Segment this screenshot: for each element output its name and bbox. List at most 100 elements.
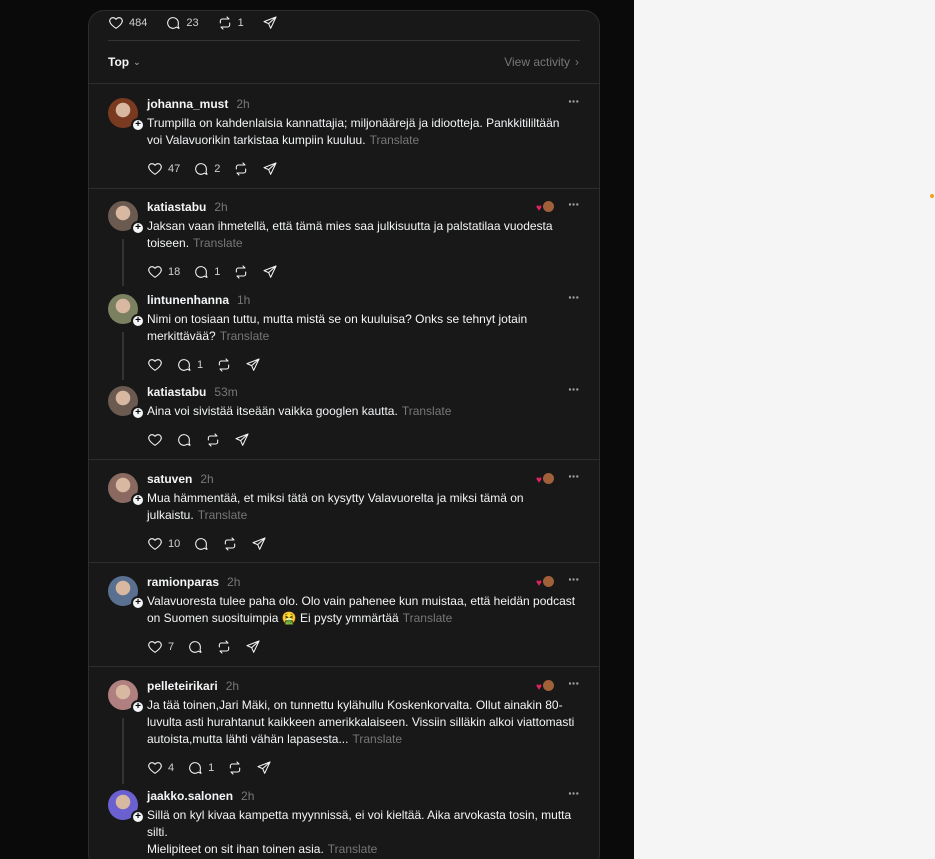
repost-button[interactable] [233,161,249,177]
repost-icon [218,358,230,372]
username[interactable]: jaakko.salonen [147,789,233,803]
avatar[interactable]: + [108,790,145,824]
timestamp[interactable]: 1h [237,293,250,307]
post-text: Ja tää toinen,Jari Mäki, on tunnettu kyl… [147,697,577,748]
repost-button[interactable]: 1 [217,15,244,31]
comment-button[interactable]: 1 [176,357,203,373]
share-button[interactable] [234,432,250,448]
more-options-icon[interactable]: ··· [568,572,580,586]
share-icon [235,433,249,446]
timestamp[interactable]: 2h [214,200,227,214]
follow-plus-icon[interactable]: + [131,406,145,420]
comment-button[interactable] [193,536,209,552]
comment-button[interactable]: 1 [187,760,214,776]
comment-button[interactable]: 23 [165,15,199,31]
repost-button[interactable] [205,432,221,448]
share-button[interactable] [245,639,261,655]
heart-icon [148,641,162,653]
repost-button[interactable] [233,264,249,280]
view-activity-link[interactable]: View activity › [504,55,579,69]
like-button[interactable]: 4 [147,760,174,776]
follow-plus-icon[interactable]: + [131,314,145,328]
share-button[interactable] [256,760,272,776]
username[interactable]: satuven [147,472,192,486]
comment-button[interactable]: 1 [193,264,220,280]
repost-icon [236,265,247,279]
like-button[interactable]: 10 [147,536,180,552]
avatar[interactable]: + [108,201,145,235]
timestamp[interactable]: 2h [200,472,213,486]
username[interactable]: lintunenhanna [147,293,229,307]
username[interactable]: johanna_must [147,97,228,111]
translate-link[interactable]: Translate [220,329,270,343]
repost-button[interactable] [216,639,232,655]
repost-button[interactable] [222,536,238,552]
heart-icon [148,434,162,446]
post-body: Valavuoresta tulee paha olo. Olo vain pa… [147,594,576,625]
more-options-icon[interactable]: ··· [568,469,580,483]
thread-line [122,718,124,784]
share-button[interactable] [262,161,278,177]
sort-dropdown[interactable]: Top ⌄ [108,55,141,69]
avatar[interactable]: + [108,576,145,610]
comment-button[interactable]: 2 [193,161,220,177]
like-button[interactable]: 484 [108,15,147,31]
translate-link[interactable]: Translate [328,842,378,856]
follow-plus-icon[interactable]: + [131,221,145,235]
timestamp[interactable]: 2h [241,789,254,803]
chevron-right-icon: › [575,55,579,69]
timestamp[interactable]: 2h [226,679,239,693]
more-options-icon[interactable]: ··· [568,94,580,108]
username[interactable]: ramionparas [147,575,219,589]
follow-plus-icon[interactable]: + [131,596,145,610]
more-options-icon[interactable]: ··· [568,676,580,690]
right-blank-pane [634,0,935,859]
sort-bar: Top ⌄ View activity › [89,41,599,84]
translate-link[interactable]: Translate [370,133,420,147]
repost-button[interactable] [227,760,243,776]
translate-link[interactable]: Translate [403,611,453,625]
comment-icon [195,266,208,278]
share-button[interactable] [262,264,278,280]
username[interactable]: pelleteirikari [147,679,218,693]
post-header: johanna_must 2h ··· [147,94,580,112]
more-options-icon[interactable]: ··· [568,290,580,304]
comment-button[interactable] [176,432,192,448]
like-button[interactable] [147,432,163,448]
timestamp[interactable]: 2h [227,575,240,589]
follow-plus-icon[interactable]: + [131,118,145,132]
share-icon [246,640,260,653]
follow-plus-icon[interactable]: + [131,810,145,824]
username[interactable]: katiastabu [147,385,206,399]
follow-plus-icon[interactable]: + [131,700,145,714]
more-options-icon[interactable]: ··· [568,786,580,800]
like-button[interactable]: 18 [147,264,180,280]
follow-plus-icon[interactable]: + [131,493,145,507]
avatar[interactable]: + [108,473,145,507]
like-button[interactable]: 47 [147,161,180,177]
comment-button[interactable] [187,639,203,655]
translate-link[interactable]: Translate [198,508,248,522]
avatar[interactable]: + [108,98,145,132]
more-options-icon[interactable]: ··· [568,382,580,396]
timestamp[interactable]: 2h [236,97,249,111]
avatar[interactable]: + [108,386,145,420]
share-button[interactable] [245,357,261,373]
like-button[interactable] [147,357,163,373]
username[interactable]: katiastabu [147,200,206,214]
more-options-icon[interactable]: ··· [568,197,580,211]
share-button[interactable] [262,15,278,31]
translate-link[interactable]: Translate [193,236,243,250]
like-button[interactable]: 7 [147,639,174,655]
heart-icon [148,538,162,550]
avatar[interactable]: + [108,294,145,328]
heart-icon [148,762,162,774]
share-icon [252,537,266,550]
translate-link[interactable]: Translate [402,404,452,418]
translate-link[interactable]: Translate [352,732,402,746]
repost-button[interactable] [216,357,232,373]
timestamp[interactable]: 53m [214,385,237,399]
share-button[interactable] [251,536,267,552]
avatar[interactable]: + [108,680,145,714]
post-body: Sillä on kyl kivaa kampetta myynnissä, e… [147,808,572,839]
